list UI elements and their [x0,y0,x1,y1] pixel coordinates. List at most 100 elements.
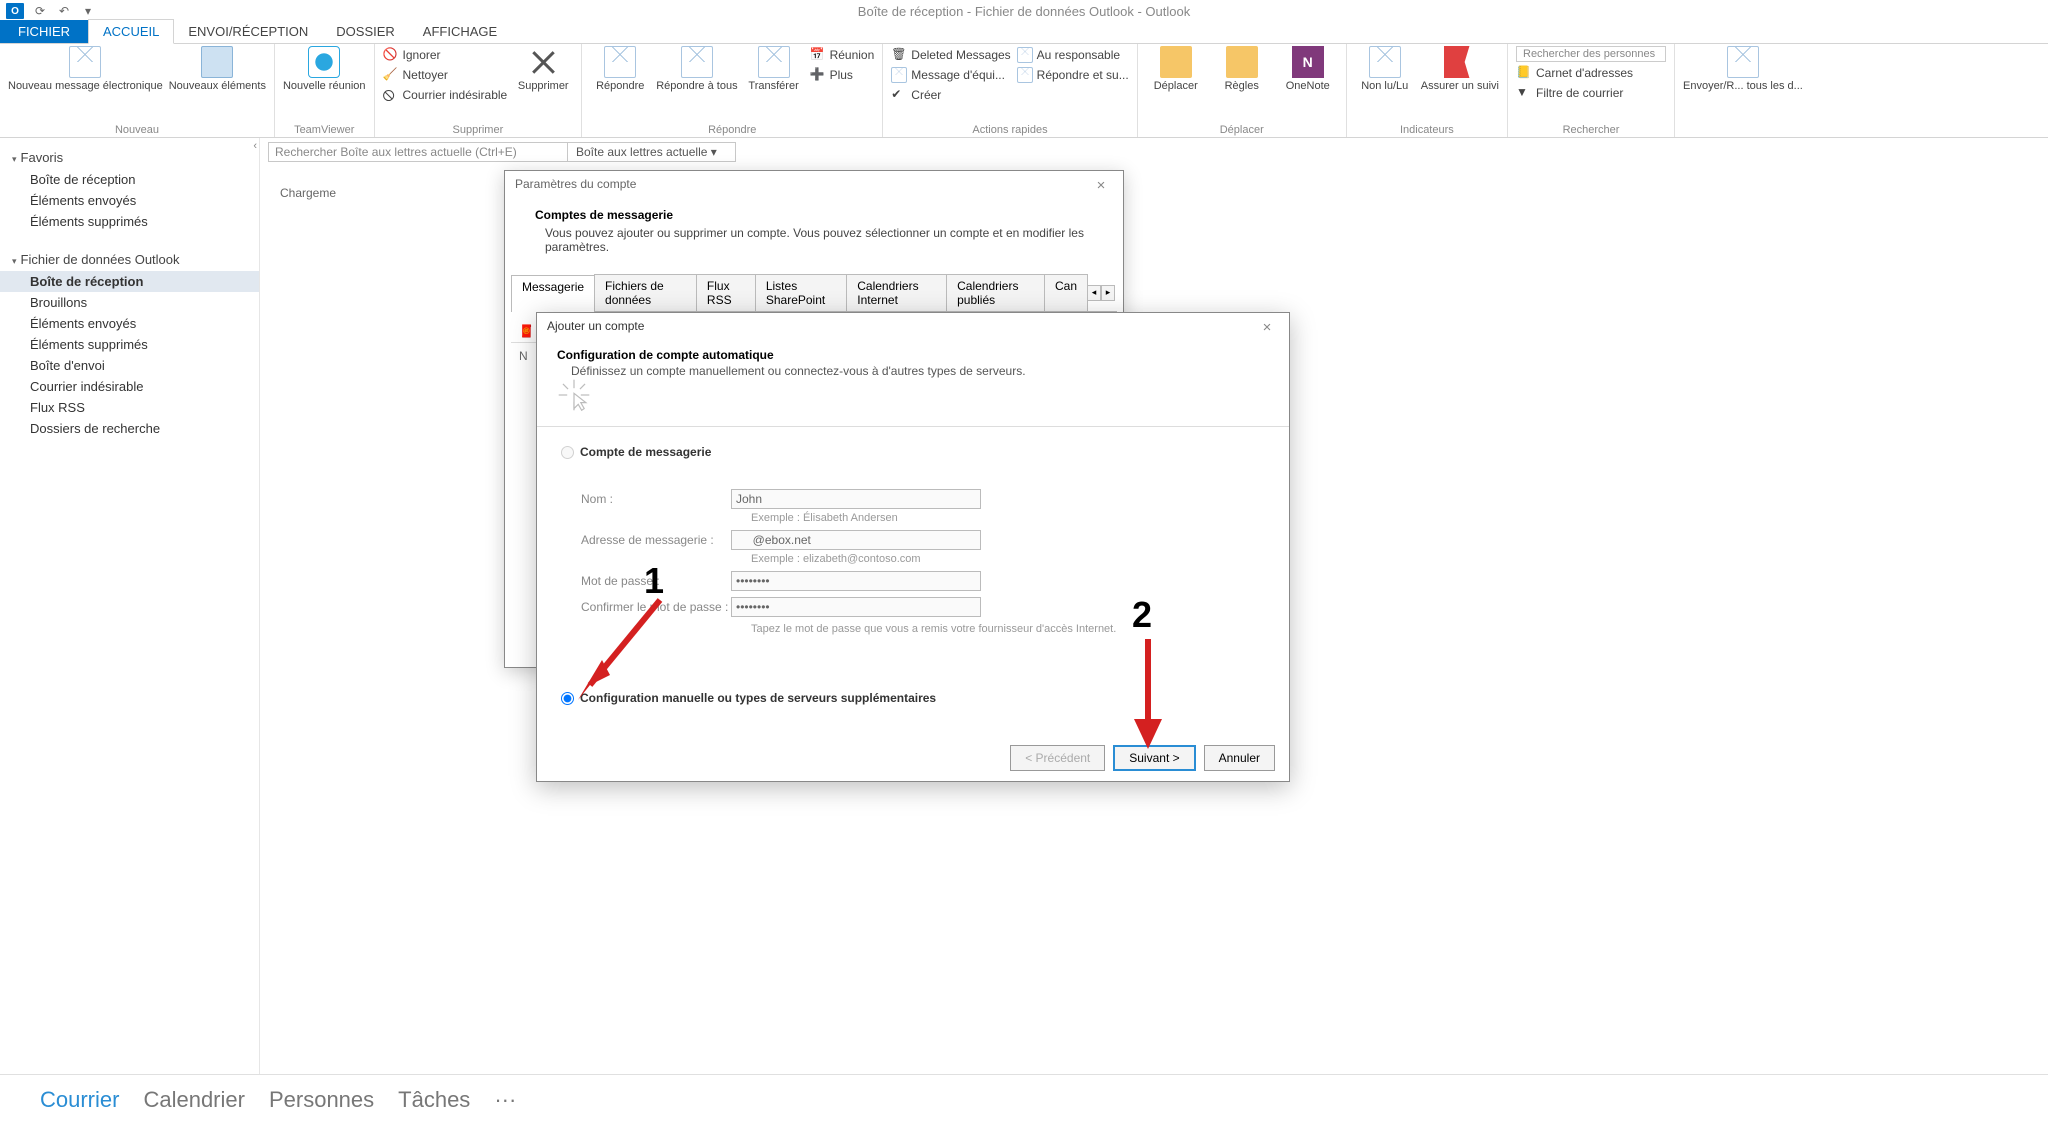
nav-fav-inbox[interactable]: Boîte de réception [0,169,259,190]
nav-calendar[interactable]: Calendrier [143,1087,245,1113]
address-book-button[interactable]: 📒Carnet d'adresses [1516,64,1666,82]
new-email-button[interactable]: Nouveau message électronique [8,46,163,93]
calendar-icon: 📅 [810,47,826,63]
tab-view[interactable]: AFFICHAGE [409,20,511,43]
datafile-header[interactable]: Fichier de données Outlook [0,248,259,271]
filter-email-button[interactable]: ▼Filtre de courrier [1516,84,1666,102]
unread-button[interactable]: Non lu/Lu [1355,46,1415,93]
group-tags-label: Indicateurs [1355,124,1499,137]
qs-team-button[interactable]: Message d'équi... [891,66,1010,84]
new-items-label: Nouveaux éléments [169,80,266,93]
more-label: Plus [830,68,853,82]
send-receive-button[interactable]: Envoyer/R... tous les d... [1683,46,1803,93]
address-book-label: Carnet d'adresses [1536,66,1633,80]
annotation-1: 1 [644,560,664,602]
teamviewer-meeting-button[interactable]: Nouvelle réunion [283,46,366,93]
dlg1-tab-ical[interactable]: Calendriers Internet [846,274,947,311]
rules-button[interactable]: Règles [1212,46,1272,93]
move-button[interactable]: Déplacer [1146,46,1206,93]
qs-deleted-button[interactable]: 🗑Deleted Messages [891,46,1010,64]
dlg1-tab-data[interactable]: Fichiers de données [594,274,697,311]
delete-button[interactable]: Supprimer [513,46,573,93]
followup-label: Assurer un suivi [1421,80,1499,93]
forward-button[interactable]: Transférer [744,46,804,93]
rules-label: Règles [1225,80,1259,93]
cancel-button[interactable]: Annuler [1204,745,1275,771]
followup-button[interactable]: Assurer un suivi [1421,46,1499,93]
dlg2-close-button[interactable]: × [1255,319,1279,336]
favorites-header[interactable]: Favoris [0,146,259,169]
qs-create-button[interactable]: ✔Créer [891,86,1010,104]
nav-more[interactable]: ··· [494,1087,516,1113]
qs-team-label: Message d'équi... [911,68,1005,82]
dlg1-tab-sharepoint[interactable]: Listes SharePoint [755,274,847,311]
qat-undo-icon[interactable]: ↶ [54,3,74,19]
email-field[interactable] [731,530,981,550]
teamviewer-label: Nouvelle réunion [283,80,366,93]
nav-sent[interactable]: Éléments envoyés [0,313,259,334]
prev-button[interactable]: < Précédent [1010,745,1105,771]
qat-send-receive-icon[interactable]: ⟳ [30,3,50,19]
meeting-button[interactable]: 📅 Réunion [810,46,875,64]
nav-deleted[interactable]: Éléments supprimés [0,334,259,355]
reply-all-button[interactable]: Répondre à tous [656,46,737,93]
unread-icon [1369,46,1401,78]
group-respond-label: Répondre [590,124,874,137]
nav-people[interactable]: Personnes [269,1087,374,1113]
group-quicksteps-label: Actions rapides [891,124,1128,137]
radio-email-account[interactable] [561,446,574,459]
envelope-icon [1017,67,1033,83]
tab-home[interactable]: ACCUEIL [88,19,174,44]
password2-field[interactable] [731,597,981,617]
dlg2-sub: Définissez un compte manuellement ou con… [557,362,1269,378]
tab-file[interactable]: FICHIER [0,20,88,43]
nav-outbox[interactable]: Boîte d'envoi [0,355,259,376]
group-new-label: Nouveau [8,124,266,137]
reply-button[interactable]: Répondre [590,46,650,93]
clean-button[interactable]: 🧹Nettoyer [383,66,508,84]
trash-icon: 🗑 [891,47,907,63]
nav-junk[interactable]: Courrier indésirable [0,376,259,397]
name-field[interactable] [731,489,981,509]
nav-mail[interactable]: Courrier [40,1087,119,1113]
teamviewer-icon [308,46,340,78]
junk-button[interactable]: 🛇Courrier indésirable [383,86,508,104]
envelope-icon [1017,47,1033,63]
dlg1-tab-scroll-right[interactable]: ▸ [1101,285,1115,301]
qs-replydel-button[interactable]: Répondre et su... [1017,66,1129,84]
tab-folder[interactable]: DOSSIER [322,20,409,43]
nav-drafts[interactable]: Brouillons [0,292,259,313]
nav-collapse-button[interactable]: ‹ [253,140,257,152]
more-respond-button[interactable]: ➕Plus [810,66,875,84]
dlg1-close-button[interactable]: × [1089,177,1113,194]
dlg1-tab-scroll-left[interactable]: ◂ [1087,285,1101,301]
send-receive-label: Envoyer/R... tous les d... [1683,80,1803,93]
nav-fav-sent[interactable]: Éléments envoyés [0,190,259,211]
send-receive-icon [1727,46,1759,78]
dlg1-tab-mail[interactable]: Messagerie [511,275,595,312]
ignore-button[interactable]: 🚫Ignorer [383,46,508,64]
meeting-label: Réunion [830,48,875,62]
qat-customize-icon[interactable]: ▾ [78,3,98,19]
dlg1-tab-pubcal[interactable]: Calendriers publiés [946,274,1045,311]
nav-inbox[interactable]: Boîte de réception [0,271,259,292]
new-items-button[interactable]: Nouveaux éléments [169,46,266,93]
nav-rss[interactable]: Flux RSS [0,397,259,418]
forward-label: Transférer [748,80,798,93]
password-field[interactable] [731,571,981,591]
search-scope-label: Boîte aux lettres actuelle [576,145,707,159]
onenote-button[interactable]: NOneNote [1278,46,1338,93]
tab-send-receive[interactable]: ENVOI/RÉCEPTION [174,20,322,43]
quick-access-toolbar: O ⟳ ↶ ▾ Boîte de réception - Fichier de … [0,0,2048,22]
search-input[interactable]: Rechercher Boîte aux lettres actuelle (C… [268,142,568,162]
dlg1-tab-more[interactable]: Can [1044,274,1088,311]
search-scope-dropdown[interactable]: Boîte aux lettres actuelle ▾ [568,142,736,162]
qs-manager-button[interactable]: Au responsable [1017,46,1129,64]
search-people-input[interactable]: Rechercher des personnes [1516,46,1666,62]
nav-tasks[interactable]: Tâches [398,1087,470,1113]
nav-search-folders[interactable]: Dossiers de recherche [0,418,259,439]
outlook-icon: O [6,3,24,19]
nav-fav-deleted[interactable]: Éléments supprimés [0,211,259,232]
dlg1-tab-rss[interactable]: Flux RSS [696,274,756,311]
forward-icon [758,46,790,78]
